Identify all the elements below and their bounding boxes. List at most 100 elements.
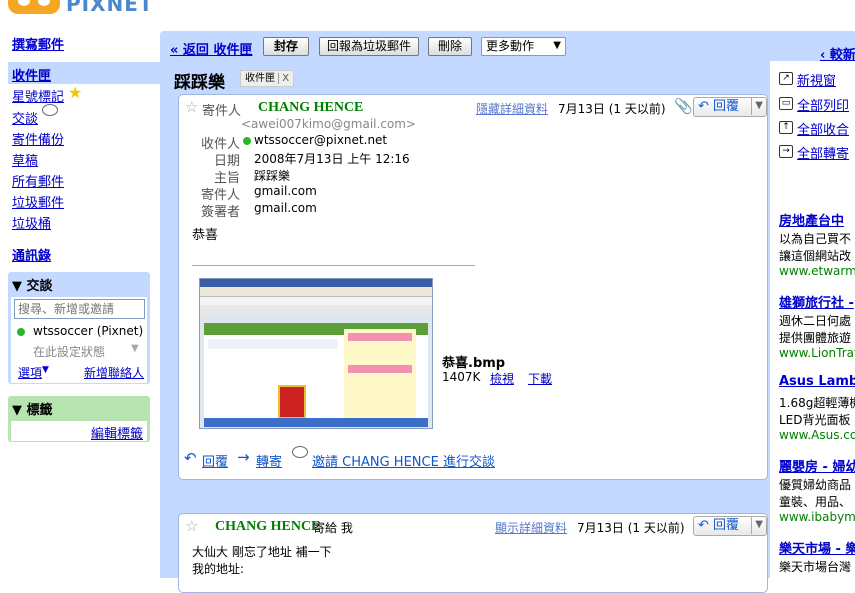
- subject-value: 踩踩樂: [254, 169, 291, 183]
- edit-labels-link[interactable]: 編輯標籤: [91, 423, 143, 442]
- chat-search-input[interactable]: [14, 299, 145, 319]
- footer-forward-link[interactable]: 轉寄: [256, 451, 282, 470]
- ad-line-1b: 讓這個網站改: [779, 249, 852, 263]
- forward-all-link[interactable]: 全部轉寄: [797, 143, 849, 162]
- nav-item-drafts[interactable]: 草稿: [12, 150, 38, 169]
- ad-line-4b: 童裝、用品、: [779, 495, 852, 509]
- sender-name[interactable]: CHANG HENCE: [258, 100, 363, 116]
- forward-icon[interactable]: →: [237, 448, 250, 466]
- nav-item-inbox[interactable]: 收件匣: [12, 65, 51, 84]
- ad-line-5a: 樂天市場台灣: [779, 560, 852, 574]
- footer-reply-link[interactable]: 回覆: [202, 451, 228, 470]
- mailed-by-value: gmail.com: [254, 184, 317, 198]
- label-tag-inbox: 收件匣 X: [240, 70, 295, 87]
- chat-panel: ▼ 交談 wtssoccer (Pixnet) 在此設定狀態 ▼ 選項 ▼ 新增…: [8, 272, 150, 384]
- new-window-icon[interactable]: ↗: [779, 72, 793, 85]
- paperclip-icon: 📎: [674, 97, 693, 115]
- chat-status-text[interactable]: 在此設定狀態: [33, 343, 105, 360]
- ad-url-1: www.etwarm.: [779, 264, 855, 278]
- collapse-icon[interactable]: ↑: [779, 121, 793, 134]
- nav-item-sent[interactable]: 寄件備份: [12, 129, 64, 148]
- star-outline-icon[interactable]: ☆: [185, 98, 198, 116]
- logo-mark-icon: [8, 0, 60, 14]
- download-attachment-link[interactable]: 下載: [528, 370, 552, 387]
- ad-title-1[interactable]: 房地產台中: [779, 210, 844, 229]
- view-attachment-link[interactable]: 檢視: [490, 370, 514, 387]
- attachment-thumbnail[interactable]: [199, 278, 433, 429]
- more-actions-select[interactable]: 更多動作 ▼: [481, 37, 566, 56]
- reply-arrow-icon: ↶: [698, 518, 709, 533]
- archive-button[interactable]: 封存: [263, 37, 309, 56]
- thread-subject: 踩踩樂: [174, 73, 225, 93]
- conversation-panel: 踩踩樂 收件匣 X ☆ 寄件人 CHANG HENCE <awei007kimo…: [160, 61, 770, 593]
- ad-url-2: www.LionTrav: [779, 346, 855, 360]
- ad-line-2a: 週休二日何處: [779, 314, 852, 328]
- ad-line-2b: 提供團體旅遊: [779, 331, 852, 345]
- more-actions-label: 更多動作: [486, 39, 535, 53]
- invite-to-chat-link[interactable]: 邀請 CHANG HENCE 進行交談: [312, 451, 495, 470]
- report-spam-button[interactable]: 回報為垃圾郵件: [319, 37, 419, 56]
- options-dropdown-icon[interactable]: ▼: [42, 365, 49, 375]
- hide-details-link[interactable]: 隱藏詳細資料: [476, 100, 548, 117]
- status-dropdown-icon[interactable]: ▼: [131, 343, 139, 354]
- logo-text: PIXNET: [66, 0, 154, 16]
- nav-item-starred[interactable]: 星號標記: [12, 86, 64, 105]
- message-body: 恭喜: [192, 228, 219, 243]
- signed-by-value: gmail.com: [254, 201, 317, 215]
- forward-all-icon[interactable]: →: [779, 145, 793, 158]
- ad-line-3b: LED背光面板: [779, 413, 851, 427]
- triangle-down-icon: ▼: [12, 403, 22, 418]
- reply-button-label: 回覆: [713, 518, 740, 533]
- print-icon[interactable]: ▭: [779, 97, 793, 110]
- labels-title: 標籤: [26, 403, 53, 418]
- message-card-1: ☆ 寄件人 CHANG HENCE <awei007kimo@gmail.com…: [178, 94, 768, 480]
- dropdown-arrow-icon: ▼: [553, 40, 561, 51]
- from-label: 寄件人: [202, 104, 242, 119]
- attachment-filename: 恭喜.bmp: [442, 356, 506, 371]
- right-column: ↗ 新視窗 ▭ 全部列印 ↑ 全部收合 → 全部轉寄 房地產台中 以為自己買不 …: [775, 61, 855, 578]
- message-toolbar: « 返回 收件匣 封存 回報為垃圾郵件 刪除 更多動作 ▼ ‹ 較新: [160, 31, 855, 63]
- pixnet-logo[interactable]: PIXNET: [0, 0, 160, 16]
- message-card-2: ☆ CHANG HENCE 寄給 我 顯示詳細資料 7月13日 (1 天以前) …: [178, 513, 768, 593]
- to-address[interactable]: wtssoccer@pixnet.net: [254, 133, 387, 147]
- reply-button[interactable]: ↶ 回覆 ▼: [693, 97, 767, 117]
- message-date-short: 7月13日 (1 天以前): [558, 102, 666, 116]
- signed-by-label: 簽署者: [200, 205, 240, 220]
- nav-item-spam[interactable]: 垃圾郵件: [12, 192, 64, 211]
- delete-button[interactable]: 刪除: [428, 37, 472, 56]
- nav-item-chats[interactable]: 交談: [12, 108, 38, 127]
- add-contact-link[interactable]: 新增聯絡人: [84, 364, 144, 381]
- remove-label-button[interactable]: X: [278, 73, 290, 84]
- reply-dropdown-icon[interactable]: ▼: [751, 516, 766, 534]
- ad-title-5[interactable]: 樂天市場 - 樂: [779, 538, 855, 557]
- nav-item-trash[interactable]: 垃圾桶: [12, 213, 51, 232]
- chat-options-link[interactable]: 選項: [18, 364, 42, 381]
- reply-button-label: 回覆: [713, 99, 740, 114]
- ad-line-1a: 以為自己買不: [779, 232, 852, 246]
- new-window-link[interactable]: 新視窗: [797, 70, 836, 89]
- ad-title-4[interactable]: 麗嬰房 - 婦幼: [779, 456, 855, 475]
- contacts-link[interactable]: 通訊錄: [12, 245, 51, 264]
- compose-link[interactable]: 撰寫郵件: [12, 34, 64, 53]
- reply-icon[interactable]: ↶: [184, 449, 197, 467]
- reply-arrow-icon: ↶: [698, 99, 709, 114]
- chat-header[interactable]: ▼ 交談: [8, 272, 150, 297]
- chat-footer: 選項 ▼ 新增聯絡人: [8, 362, 150, 382]
- sender-name-2[interactable]: CHANG HENCE: [215, 519, 320, 535]
- sender-email: <awei007kimo@gmail.com>: [241, 117, 416, 131]
- chat-bubble-icon: [42, 104, 58, 116]
- print-all-link[interactable]: 全部列印: [797, 95, 849, 114]
- ad-title-3[interactable]: Asus Lambo: [779, 374, 855, 389]
- chat-user-name: wtssoccer (Pixnet): [33, 324, 144, 338]
- labels-header[interactable]: ▼ 標籤: [8, 396, 150, 421]
- chat-bubble-icon: [292, 446, 308, 458]
- star-outline-icon[interactable]: ☆: [185, 517, 198, 535]
- reply-button-2[interactable]: ↶ 回覆 ▼: [693, 516, 767, 536]
- back-to-inbox-link[interactable]: « 返回 收件匣: [170, 39, 252, 58]
- nav-item-all-mail[interactable]: 所有郵件: [12, 171, 64, 190]
- online-status-icon: [243, 137, 251, 145]
- show-details-link[interactable]: 顯示詳細資料: [495, 519, 567, 536]
- collapse-all-link[interactable]: 全部收合: [797, 119, 849, 138]
- reply-dropdown-icon[interactable]: ▼: [751, 97, 766, 115]
- ad-title-2[interactable]: 雄獅旅行社 -: [779, 292, 854, 311]
